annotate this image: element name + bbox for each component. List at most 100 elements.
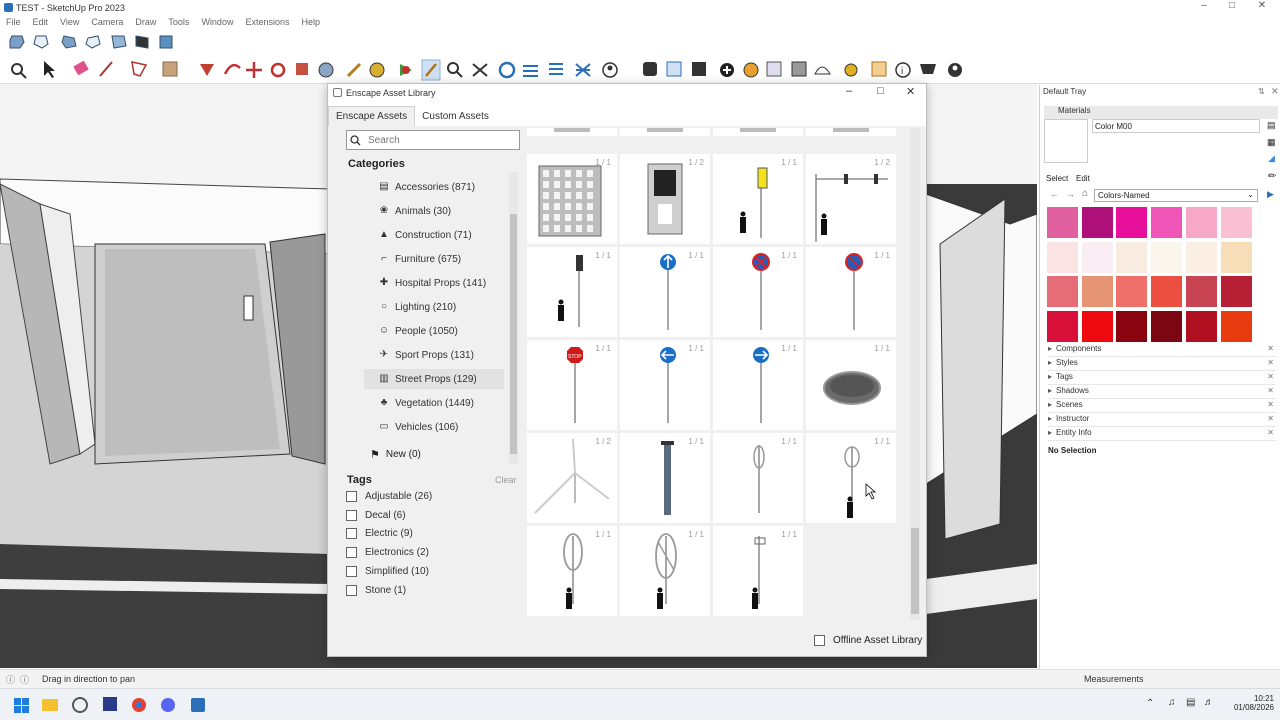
asset-tile-sign-blue-up[interactable]: 1 / 1 [620, 247, 710, 337]
asset-tile-sign-blue-left[interactable]: 1 / 1 [620, 340, 710, 430]
forward-arrow-icon[interactable]: → [1066, 189, 1075, 199]
tray-section-components[interactable]: Components ✕ [1048, 344, 1276, 357]
category-item[interactable]: ❀ Animals (30) [364, 201, 504, 221]
create-material-icon[interactable]: ▤ [1267, 120, 1276, 131]
category-item[interactable]: ▤ Accessories (871) [364, 177, 504, 197]
volume-icon[interactable]: ♬ [1204, 697, 1214, 708]
dialog-maximize-icon[interactable]: □ [877, 85, 884, 97]
tag-checkbox[interactable] [346, 565, 357, 577]
tag-item[interactable]: Electric (9) [346, 528, 413, 540]
menu-view[interactable]: View [60, 17, 79, 27]
tag-checkbox[interactable] [346, 491, 357, 502]
menu-help[interactable]: Help [301, 17, 320, 27]
tray-section-styles[interactable]: Styles ✕ [1048, 358, 1276, 371]
asset-tile-sign-blue-right[interactable]: 1 / 1 [713, 340, 803, 430]
section-close-icon[interactable]: ✕ [1267, 428, 1274, 437]
asset-tile-traffic-light-pole[interactable]: 1 / 1 [527, 247, 617, 337]
view-icons[interactable] [0, 30, 190, 56]
category-item[interactable]: ⌐ Furniture (675) [364, 249, 504, 269]
tag-item[interactable]: Adjustable (26) [346, 491, 432, 502]
asset-tile-partial[interactable] [713, 128, 803, 136]
category-item[interactable]: ▥ Street Props (129) [364, 369, 504, 389]
tab-custom-assets[interactable]: Custom Assets [415, 107, 496, 126]
material-default-icon[interactable]: ▦ [1267, 137, 1276, 148]
materials-header[interactable]: Materials [1044, 106, 1278, 119]
asset-tile-sign-stop[interactable]: 1 / 1 STOP [527, 340, 617, 430]
category-item[interactable]: ▲ Construction (71) [364, 225, 504, 245]
search-input[interactable]: Search [346, 130, 520, 150]
details-arrow-icon[interactable]: ▶ [1267, 189, 1274, 200]
color-swatch[interactable] [1220, 276, 1252, 307]
menu-draw[interactable]: Draw [135, 17, 156, 27]
menu-tools[interactable]: Tools [168, 17, 189, 27]
dialog-close-icon[interactable]: ✕ [906, 85, 915, 98]
offline-checkbox[interactable] [814, 635, 825, 646]
section-close-icon[interactable]: ✕ [1267, 386, 1274, 395]
tray-section-instructor[interactable]: Instructor ✕ [1048, 414, 1276, 427]
section-close-icon[interactable]: ✕ [1267, 414, 1274, 423]
tag-checkbox[interactable] [346, 528, 357, 540]
color-swatch[interactable] [1116, 207, 1148, 238]
tray-section-tags[interactable]: Tags ✕ [1048, 372, 1276, 385]
dialog-minimize-icon[interactable]: – [846, 85, 852, 97]
color-swatch[interactable] [1047, 276, 1078, 307]
select-tab[interactable]: Select [1046, 174, 1068, 183]
color-swatch[interactable] [1220, 310, 1252, 342]
color-swatch[interactable] [1116, 276, 1148, 307]
asset-tile-street-lamp-small[interactable]: 1 / 1 [713, 526, 803, 616]
close-icon[interactable]: ✕ [1250, 0, 1274, 15]
tray-section-entity-info[interactable]: Entity Info ✕ [1048, 428, 1276, 441]
asset-tile-vertical-turbine[interactable]: 1 / 1 [713, 433, 803, 523]
menu-file[interactable]: File [6, 17, 21, 27]
color-swatch[interactable] [1151, 310, 1183, 342]
color-swatch[interactable] [1047, 241, 1078, 273]
section-close-icon[interactable]: ✕ [1267, 400, 1274, 409]
asset-tile-traffic-light-ped[interactable]: 1 / 1 [713, 154, 803, 244]
tray-pin-icon[interactable]: ⇅ [1258, 87, 1265, 96]
section-close-icon[interactable]: ✕ [1267, 344, 1274, 353]
asset-tile-kiosk[interactable]: 1 / 2 [620, 154, 710, 244]
color-swatch[interactable] [1185, 276, 1217, 307]
microphone-icon[interactable]: ♫ [1168, 697, 1176, 708]
tab-enscape-assets[interactable]: Enscape Assets [328, 106, 416, 126]
asset-tile-manhole[interactable]: 1 / 1 [806, 340, 896, 430]
asset-tile-wind-turbine[interactable]: 1 / 2 [527, 433, 617, 523]
asset-tile-vertical-turbine-large[interactable]: 1 / 1 [527, 526, 617, 616]
asset-tile-sign-no-parking[interactable]: 1 / 1 [806, 247, 896, 337]
category-item[interactable]: ▭ Vehicles (106) [364, 417, 504, 437]
color-swatch[interactable] [1185, 310, 1217, 342]
category-item[interactable]: ✈ Sport Props (131) [364, 345, 504, 365]
color-swatch[interactable] [1220, 207, 1252, 238]
tray-section-scenes[interactable]: Scenes ✕ [1048, 400, 1276, 413]
color-swatch[interactable] [1185, 207, 1217, 238]
color-swatch[interactable] [1151, 207, 1183, 238]
menu-edit[interactable]: Edit [33, 17, 49, 27]
tool-icons[interactable]: i [0, 56, 970, 84]
menu-window[interactable]: Window [201, 17, 233, 27]
color-swatch[interactable] [1081, 310, 1113, 342]
grid-scrollbar[interactable] [910, 128, 920, 620]
color-swatch[interactable] [1081, 241, 1113, 273]
color-swatch[interactable] [1151, 276, 1183, 307]
asset-tile-vertical-turbine-small[interactable]: 1 / 1 [806, 433, 896, 523]
help-icon[interactable]: ⓘ [20, 673, 29, 686]
asset-tile-partial[interactable] [806, 128, 896, 136]
category-item[interactable]: ✚ Hospital Props (141) [364, 273, 504, 293]
sample-paint-icon[interactable]: ◢ [1268, 153, 1275, 164]
color-swatch[interactable] [1081, 207, 1113, 238]
tray-close-icon[interactable]: ✕ [1271, 86, 1279, 97]
category-scroll-thumb[interactable] [510, 214, 517, 454]
color-swatch[interactable] [1220, 241, 1252, 273]
tray-section-shadows[interactable]: Shadows ✕ [1048, 386, 1276, 399]
tag-item[interactable]: Electronics (2) [346, 547, 429, 559]
section-close-icon[interactable]: ✕ [1267, 372, 1274, 381]
category-item[interactable]: ○ Lighting (210) [364, 297, 504, 317]
home-icon[interactable]: ⌂ [1082, 188, 1088, 199]
material-name-field[interactable]: Color M00 [1092, 119, 1260, 133]
asset-tile-partial[interactable] [527, 128, 617, 136]
category-item[interactable]: ☺ People (1050) [364, 321, 504, 341]
collection-select[interactable]: Colors-Named ⌄ [1094, 189, 1258, 202]
tray-chevron-icon[interactable]: ⌃ [1146, 698, 1154, 709]
tag-item[interactable]: Simplified (10) [346, 565, 429, 577]
color-swatch[interactable] [1151, 241, 1183, 273]
